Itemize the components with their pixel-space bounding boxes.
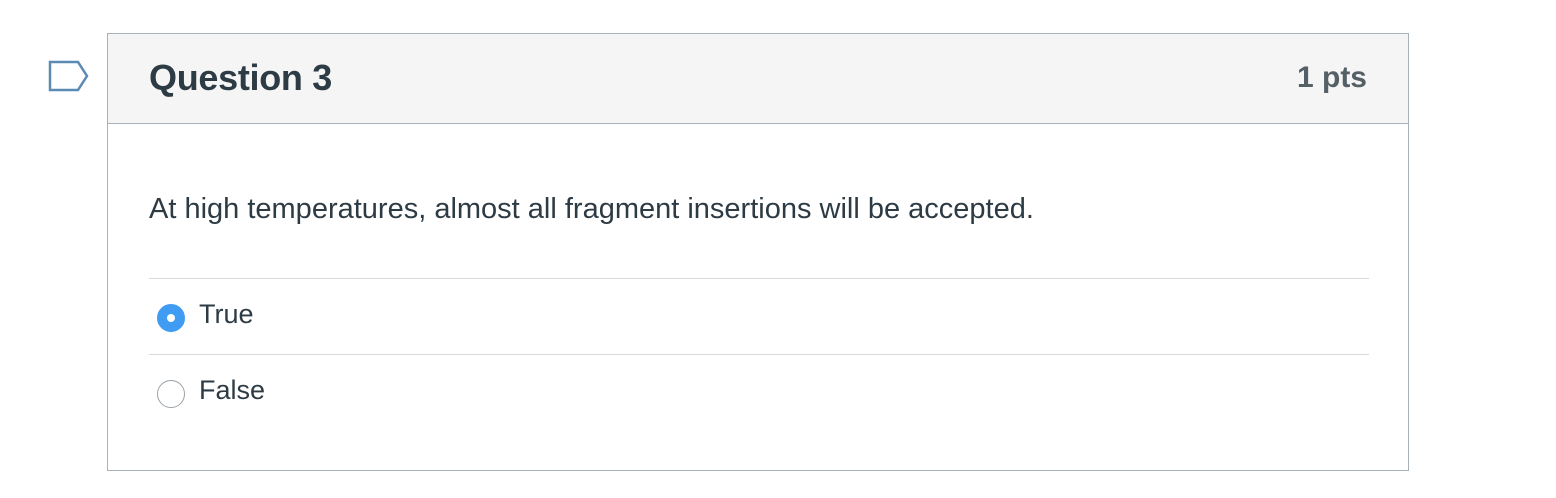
flag-question-icon[interactable] xyxy=(48,60,90,94)
answer-option-false[interactable]: False xyxy=(149,354,1369,431)
radio-true[interactable] xyxy=(157,304,185,332)
question-card: Question 3 1 pts At high temperatures, a… xyxy=(107,33,1409,471)
question-points: 1 pts xyxy=(1296,61,1367,94)
answer-option-true[interactable]: True xyxy=(149,278,1369,354)
answer-list: True False xyxy=(149,278,1369,431)
question-header: Question 3 1 pts xyxy=(108,34,1408,124)
question-text: At high temperatures, almost all fragmen… xyxy=(149,193,1034,225)
question-title: Question 3 xyxy=(149,57,333,98)
answer-label-false[interactable]: False xyxy=(199,375,265,406)
answer-label-true[interactable]: True xyxy=(199,299,254,330)
radio-false[interactable] xyxy=(157,380,185,408)
